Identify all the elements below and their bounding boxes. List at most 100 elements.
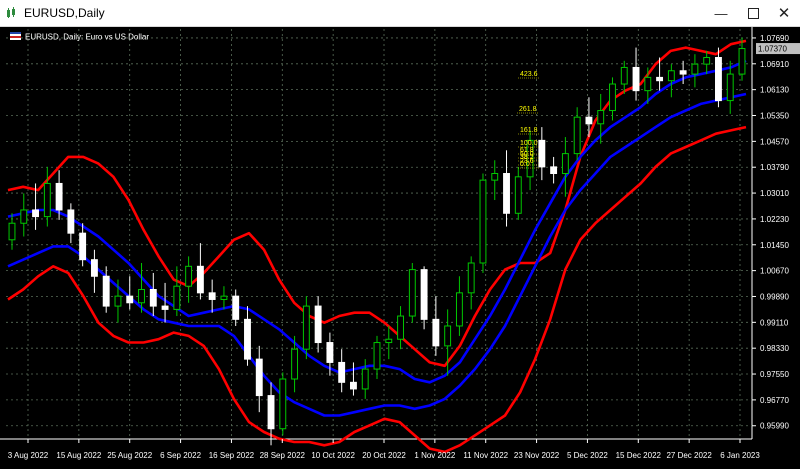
candle (432, 296, 440, 356)
band-inner-upper (7, 59, 747, 384)
candle-body (373, 342, 381, 370)
time-tick-label: 20 Oct 2022 (362, 451, 406, 460)
candle-body (220, 295, 228, 300)
candle-body (55, 182, 63, 211)
candle (302, 296, 310, 360)
time-tick-label: 16 Sep 2022 (209, 451, 255, 460)
price-tick-label: 1.06130 (760, 86, 789, 95)
price-tick-label: 1.05350 (760, 112, 789, 121)
candle-body (32, 209, 39, 218)
time-tick-label: 23 Nov 2022 (514, 451, 560, 460)
candle-body (656, 76, 664, 82)
time-tick-label: 5 Dec 2022 (567, 451, 608, 460)
close-icon: ✕ (777, 5, 791, 22)
price-tick-label: 0.99110 (760, 318, 789, 327)
candle-body (338, 361, 346, 383)
candle-body (726, 73, 734, 102)
candle (373, 335, 381, 380)
symbol-flag-icon (10, 32, 21, 40)
candle (514, 166, 522, 220)
candle-body (444, 325, 452, 347)
fib-level-label: 0.0 (520, 161, 530, 168)
candle-body (491, 173, 499, 181)
candle (314, 296, 322, 353)
candle-body (585, 116, 593, 125)
candle-body (715, 57, 722, 102)
price-tick-label: 0.98330 (760, 344, 789, 353)
price-tick-label: 0.96770 (760, 396, 789, 405)
candle-body (196, 265, 204, 294)
candle-body (314, 305, 322, 344)
price-tick-label: 1.06910 (760, 60, 789, 69)
candle-body (291, 348, 299, 380)
candle-body (644, 76, 652, 92)
time-tick-label: 10 Oct 2022 (311, 451, 355, 460)
candle (185, 256, 193, 303)
candle (385, 325, 393, 360)
candle (420, 266, 428, 330)
candle-body (561, 153, 569, 175)
time-tick-label: 28 Sep 2022 (260, 451, 306, 460)
candle (691, 54, 699, 88)
price-chart-area[interactable]: 423.6 261.8 161.8 100.0 61.8 50.0 38.2 23.6 0.0 … (0, 27, 800, 469)
chart-header: EURUSD, Daily: Euro vs US Dollar (10, 32, 149, 42)
time-tick-label: 27 Dec 2022 (666, 451, 712, 460)
mt-chart-window: EURUSD,Daily — ✕ 423.6 261.8 161.8 100.0 61.… (0, 0, 800, 469)
maximize-button[interactable] (738, 0, 768, 26)
candle (8, 213, 16, 250)
time-tick-label: 11 Nov 2022 (463, 451, 508, 460)
time-tick-label: 3 Aug 2022 (8, 451, 49, 460)
price-tick-label: 0.99890 (760, 292, 789, 301)
candle-body (432, 318, 440, 347)
candle-body (302, 305, 310, 350)
time-axis[interactable]: 3 Aug 2022 15 Aug 2022 25 Aug 2022 6 Sep 20… (8, 439, 761, 460)
candle (196, 243, 204, 300)
candle-body (609, 83, 616, 112)
candle-body (691, 63, 699, 75)
candle-body (102, 275, 110, 307)
candle (126, 276, 134, 310)
fib-level-label: 161.8 (520, 127, 538, 134)
band-outer-lower (7, 125, 747, 454)
price-tick-label: 0.97550 (760, 370, 789, 379)
candle (232, 289, 240, 326)
candle (279, 372, 287, 436)
time-tick-label: 25 Aug 2022 (107, 451, 152, 460)
candle (667, 64, 675, 98)
candle-body (326, 342, 334, 363)
title-bar[interactable]: EURUSD,Daily — ✕ (0, 0, 800, 27)
candle (455, 276, 463, 336)
candle-body (232, 295, 240, 320)
candle (538, 127, 546, 181)
candle-body (173, 285, 181, 310)
close-button[interactable]: ✕ (769, 0, 799, 26)
candle (479, 173, 487, 273)
candlestick-chart[interactable]: 423.6261.8161.8100.061.850.038.223.60.0 … (0, 27, 800, 469)
candle-body (550, 166, 558, 175)
candle (573, 107, 581, 161)
candle (408, 263, 416, 323)
maximize-icon (747, 7, 759, 19)
fib-level-label: 261.8 (519, 106, 537, 113)
candle-body (538, 139, 546, 168)
price-axis[interactable]: 1.07690 1.06910 1.06130 1.05350 1.04570 1.037… (752, 34, 789, 431)
fib-level-label: 423.6 (520, 71, 538, 78)
candle-body (267, 395, 275, 430)
candle-body (667, 70, 675, 82)
candle-body (385, 338, 393, 344)
candle (503, 150, 510, 227)
candle-body (408, 269, 416, 317)
candle-body (514, 176, 522, 214)
candle-body (455, 292, 463, 327)
candle-body (208, 292, 216, 300)
candle-body (90, 259, 98, 277)
candle-body (43, 182, 51, 218)
candle-body (126, 295, 134, 304)
candle-body (597, 110, 605, 125)
minimize-button[interactable]: — (706, 0, 736, 26)
candle (67, 203, 75, 244)
candle-body (244, 318, 251, 360)
price-tick-label: 1.02230 (760, 215, 789, 224)
candle-body (632, 66, 640, 92)
price-tick-label: 1.07690 (760, 34, 789, 43)
